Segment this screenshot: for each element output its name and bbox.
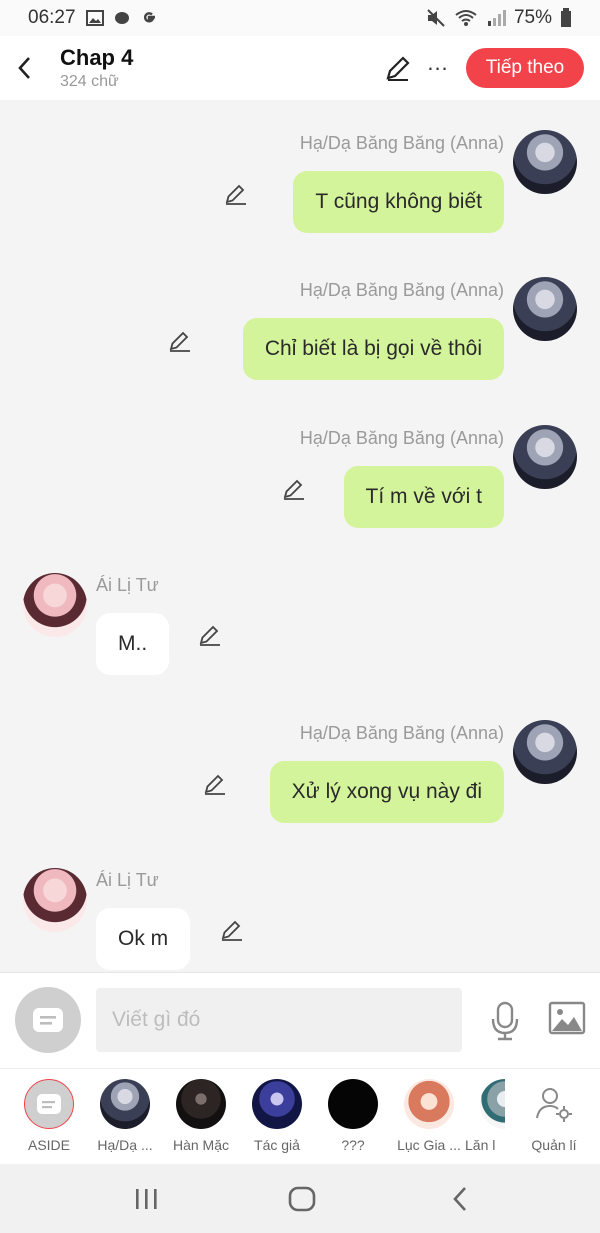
aside-toggle-button[interactable] [15, 987, 81, 1053]
character-label: Hạ/Dạ ... [97, 1137, 153, 1153]
character-aside[interactable]: ASIDE [9, 1079, 89, 1153]
status-bar: 06:27 75% [0, 0, 600, 36]
battery-icon [561, 8, 571, 27]
edit-message-icon[interactable] [197, 622, 223, 648]
aside-avatar [24, 1079, 74, 1129]
character-item[interactable]: ??? [313, 1079, 393, 1153]
character-label: Lục Gia ... [397, 1137, 461, 1153]
character-label: Tác giả [254, 1137, 300, 1153]
avatar[interactable] [513, 277, 577, 341]
message-bubble[interactable]: Xử lý xong vụ này đi [269, 761, 504, 823]
chat-lines-icon [37, 1094, 61, 1114]
edit-message-icon[interactable] [202, 771, 228, 797]
sender-name: Ái Lị Tư [96, 575, 159, 595]
wifi-icon [455, 10, 477, 26]
chat-area[interactable]: Hạ/Dạ Băng Băng (Anna) T cũng không biết… [0, 100, 600, 972]
status-time: 06:27 [28, 7, 76, 28]
character-item[interactable]: Hàn Mặc [161, 1079, 241, 1153]
character-item[interactable]: Lục Gia ... [389, 1079, 469, 1153]
recent-apps-icon [136, 1189, 157, 1209]
avatar[interactable] [513, 425, 577, 489]
character-label: Lăn l [465, 1137, 496, 1153]
character-avatar [252, 1079, 302, 1129]
avatar[interactable] [513, 130, 577, 194]
character-item[interactable]: Lăn l [465, 1079, 505, 1153]
edit-message-icon[interactable] [223, 181, 249, 207]
avatar[interactable] [513, 720, 577, 784]
edit-message-icon[interactable] [167, 328, 193, 354]
sender-name: Hạ/Dạ Băng Băng (Anna) [299, 723, 504, 743]
manage-label: Quản lí [531, 1137, 577, 1153]
edit-message-icon[interactable] [281, 476, 307, 502]
character-label: ASIDE [27, 1137, 70, 1153]
character-bar: ASIDE Hạ/Dạ ... Hàn Mặc Tác giả ??? Lục … [0, 1068, 600, 1164]
word-count: 324 chữ [60, 73, 119, 90]
signal-icon [487, 10, 506, 26]
system-nav-bar [0, 1164, 600, 1233]
message-bubble[interactable]: M.. [96, 613, 170, 675]
message-bubble[interactable]: Tí m về với t [343, 466, 504, 528]
manage-characters-button[interactable]: Quản lí [518, 1079, 590, 1153]
home-icon [288, 1186, 316, 1212]
message-input[interactable] [96, 988, 462, 1052]
mute-icon [427, 9, 445, 27]
character-label: ??? [341, 1137, 365, 1153]
sender-name: Hạ/Dạ Băng Băng (Anna) [299, 133, 504, 153]
composer [0, 972, 600, 1068]
image-upload-icon[interactable] [548, 1001, 586, 1035]
image-notification-icon [85, 10, 104, 26]
manage-icon-wrap [529, 1079, 579, 1129]
nav-back-button[interactable] [440, 1184, 480, 1214]
recent-apps-button[interactable] [126, 1184, 166, 1214]
message-bubble[interactable]: Chỉ biết là bị gọi về thôi [242, 318, 504, 380]
message-bubble[interactable]: Ok m [96, 908, 191, 970]
chapter-title: Chap 4 [60, 45, 134, 70]
avatar[interactable] [23, 573, 87, 637]
edit-chapter-button[interactable] [384, 54, 412, 82]
next-chapter-button[interactable]: Tiếp theo [466, 48, 584, 88]
back-button[interactable] [2, 36, 46, 100]
chevron-left-icon [18, 57, 30, 79]
character-avatar [100, 1079, 150, 1129]
sender-name: Hạ/Dạ Băng Băng (Anna) [299, 280, 504, 300]
more-options-button[interactable]: ... [424, 52, 452, 80]
edit-message-icon[interactable] [219, 917, 245, 943]
chapter-header: Chap 4 324 chữ ... Tiếp theo [0, 36, 600, 100]
avatar[interactable] [23, 868, 87, 932]
pencil-icon [386, 56, 410, 81]
character-avatar [176, 1079, 226, 1129]
character-avatar [328, 1079, 378, 1129]
user-settings-icon [536, 1088, 572, 1122]
chat-lines-icon [33, 1008, 63, 1032]
character-item[interactable]: Hạ/Dạ ... [85, 1079, 165, 1153]
character-avatar [480, 1079, 505, 1129]
sender-name: Hạ/Dạ Băng Băng (Anna) [299, 428, 504, 448]
character-item[interactable]: Tác giả [237, 1079, 317, 1153]
character-avatar [404, 1079, 454, 1129]
home-button[interactable] [282, 1184, 322, 1214]
chevron-left-icon [453, 1187, 466, 1211]
character-label: Hàn Mặc [172, 1137, 230, 1153]
message-bubble[interactable]: T cũng không biết [293, 171, 504, 233]
sender-name: Ái Lị Tư [96, 870, 159, 890]
battery-percentage: 75% [513, 7, 552, 28]
chat-notification-icon [114, 12, 129, 24]
google-icon [143, 12, 155, 23]
title-block: Chap 4 324 chữ [60, 45, 133, 91]
microphone-icon[interactable] [488, 1001, 522, 1041]
